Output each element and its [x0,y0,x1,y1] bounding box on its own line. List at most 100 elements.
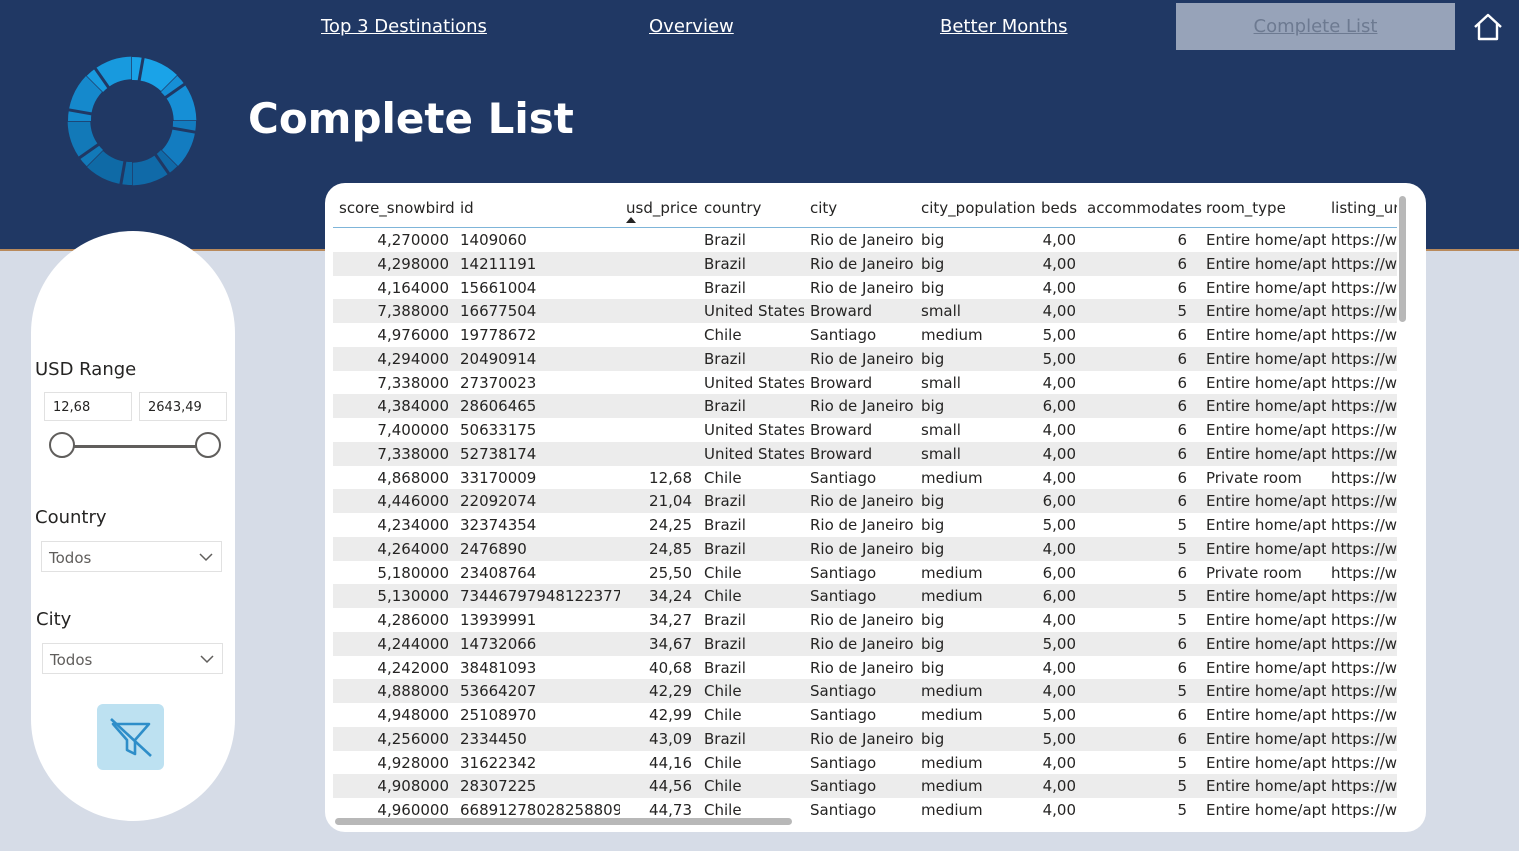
cell-city: Broward [810,302,873,321]
table-row[interactable]: 7,338000 52738174 United States Broward smal… [333,441,1397,466]
clear-filters-button[interactable] [97,704,164,770]
cell-score-snowbird: 4,164000 [377,278,449,297]
usd-range-max-handle[interactable] [195,432,221,458]
col-header-score-snowbird[interactable]: score_snowbird [339,199,455,217]
col-header-id[interactable]: id [460,199,474,217]
cell-city: Rio de Janeiro [810,254,914,273]
col-header-listing-url[interactable]: listing_url [1331,199,1397,217]
cell-city-population: big [921,278,945,297]
table-row[interactable]: 4,286000 13939991 34,27 Brazil Rio de Janeir… [333,608,1397,632]
cell-listing-url: https://w [1331,682,1397,701]
cell-accommodates: 6 [1177,349,1187,368]
nav-complete-list-label: Complete List [1253,16,1378,37]
cell-country: Brazil [704,729,746,748]
cell-score-snowbird: 4,270000 [377,231,449,249]
horizontal-scrollbar[interactable] [335,818,792,825]
cell-accommodates: 6 [1177,278,1187,297]
cell-room-type: Entire home/apt [1206,492,1326,511]
cell-id: 734467979481223775 [460,587,620,606]
table-row[interactable]: 4,384000 28606465 Brazil Rio de Janeiro big 6… [333,394,1397,419]
col-header-usd-price[interactable]: usd_price [626,199,698,217]
table-row[interactable]: 4,294000 20490914 Brazil Rio de Janeiro big 5… [333,346,1397,371]
col-header-city-population[interactable]: city_population [921,199,1036,217]
cell-accommodates: 5 [1177,539,1187,558]
table-row[interactable]: 4,868000 33170009 12,68 Chile Santiago medium… [333,466,1397,490]
table-row[interactable]: 4,164000 15661004 Brazil Rio de Janeiro big 4… [333,276,1397,300]
table-row[interactable]: 4,928000 31622342 44,16 Chile Santiago medium… [333,751,1397,775]
cell-id: 52738174 [460,444,537,463]
cell-id: 1409060 [460,231,527,249]
nav-top-3-destinations[interactable]: Top 3 Destinations [321,16,487,40]
cell-score-snowbird: 7,338000 [377,373,449,392]
usd-range-min-input[interactable]: 12,68 [44,392,132,421]
chevron-down-icon [199,553,213,562]
table-row[interactable]: 4,256000 2334450 43,09 Brazil Rio de Janeiro… [333,726,1397,751]
col-header-accommodates[interactable]: accommodates [1087,199,1202,217]
table-row[interactable]: 5,130000 734467979481223775 34,24 Chile Sant… [333,584,1397,609]
table-row[interactable]: 4,264000 2476890 24,85 Brazil Rio de Janeiro… [333,536,1397,561]
table-row[interactable]: 7,338000 27370023 United States Broward smal… [333,371,1397,395]
cell-score-snowbird: 5,130000 [377,587,449,606]
cell-accommodates: 5 [1177,801,1187,819]
cell-beds: 4,00 [1042,444,1076,463]
home-icon[interactable] [1472,11,1504,43]
cell-listing-url: https://w [1331,777,1397,796]
col-header-country[interactable]: country [704,199,761,217]
cell-usd-price: 34,67 [649,634,692,653]
cell-city-population: big [921,349,945,368]
cell-accommodates: 5 [1177,587,1187,606]
cell-beds: 5,00 [1042,516,1076,534]
table-row[interactable]: 7,400000 50633175 United States Broward smal… [333,418,1397,442]
table-row[interactable]: 5,180000 23408764 25,50 Chile Santiago medium… [333,561,1397,585]
cell-accommodates: 6 [1177,373,1187,392]
cell-id: 31622342 [460,753,537,772]
table-row[interactable]: 4,446000 22092074 21,04 Brazil Rio de Janeir… [333,489,1397,514]
cell-id: 53664207 [460,682,537,701]
cell-city-population: small [921,302,961,321]
usd-range-min-handle[interactable] [49,432,75,458]
usd-range-slider-track[interactable] [62,445,208,448]
cell-listing-url: https://w [1331,516,1397,534]
nav-complete-list[interactable]: Complete List [1176,3,1455,50]
cell-listing-url: https://w [1331,563,1397,582]
table-row[interactable]: 4,908000 28307225 44,56 Chile Santiago medium… [333,774,1397,799]
cell-accommodates: 6 [1177,397,1187,416]
cell-usd-price: 44,56 [649,777,692,796]
cell-score-snowbird: 4,298000 [377,254,449,273]
cell-score-snowbird: 4,928000 [377,753,449,772]
table-row[interactable]: 4,888000 53664207 42,29 Chile Santiago medium… [333,679,1397,704]
cell-city: Rio de Janeiro [810,729,914,748]
col-header-beds[interactable]: beds [1041,199,1077,217]
table-row[interactable]: 4,234000 32374354 24,25 Brazil Rio de Janeir… [333,513,1397,537]
cell-accommodates: 6 [1177,326,1187,344]
cell-id: 14211191 [460,254,537,273]
col-header-room-type[interactable]: room_type [1206,199,1286,217]
cell-city: Rio de Janeiro [810,634,914,653]
cell-score-snowbird: 5,180000 [377,563,449,582]
usd-range-max-input[interactable]: 2643,49 [139,392,227,421]
table-row[interactable]: 4,976000 19778672 Chile Santiago medium 5,00 6… [333,323,1397,347]
cell-room-type: Private room [1206,468,1302,487]
nav-better-months[interactable]: Better Months [940,16,1068,40]
cell-usd-price: 34,24 [649,587,692,606]
cell-usd-price: 42,99 [649,706,692,724]
cell-room-type: Entire home/apt [1206,373,1326,392]
cell-room-type: Private room [1206,563,1302,582]
cell-beds: 5,00 [1042,634,1076,653]
cell-room-type: Entire home/apt [1206,231,1326,249]
cell-beds: 6,00 [1042,563,1076,582]
table-row[interactable]: 4,948000 25108970 42,99 Chile Santiago medium… [333,703,1397,727]
vertical-scrollbar[interactable] [1399,196,1406,322]
table-row[interactable]: 7,388000 16677504 United States Broward smal… [333,299,1397,324]
table-row[interactable]: 4,244000 14732066 34,67 Brazil Rio de Janeir… [333,631,1397,656]
table-row[interactable]: 4,298000 14211191 Brazil Rio de Janeiro big 4… [333,251,1397,276]
cell-country: United States [704,444,804,463]
col-header-city[interactable]: city [810,199,837,217]
cell-listing-url: https://w [1331,611,1397,629]
table-row[interactable]: 4,242000 38481093 40,68 Brazil Rio de Janeir… [333,656,1397,680]
nav-overview[interactable]: Overview [649,16,734,40]
country-title: Country [35,507,107,528]
country-dropdown[interactable]: Todos [41,541,222,572]
city-dropdown[interactable]: Todos [42,643,223,674]
table-row[interactable]: 4,270000 1409060 Brazil Rio de Janeiro big 4,… [333,228,1397,252]
